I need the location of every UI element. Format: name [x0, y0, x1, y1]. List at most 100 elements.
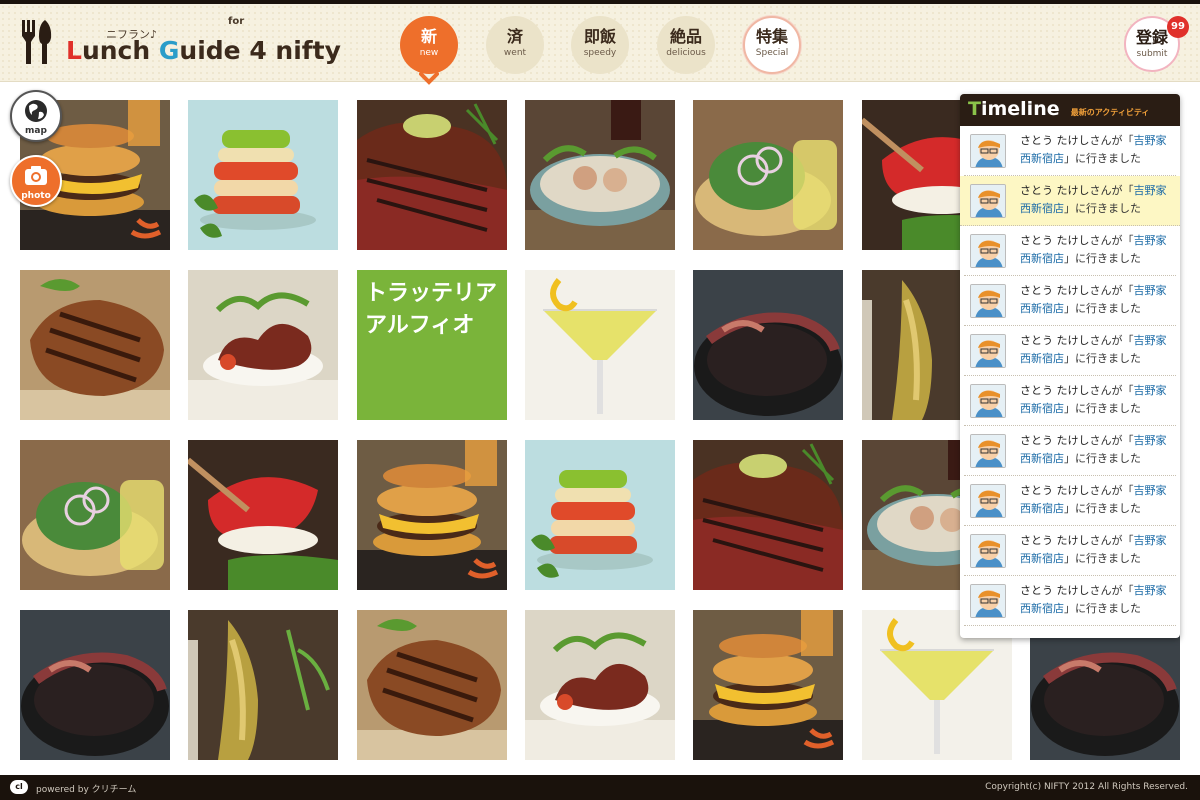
nav-delicious-button[interactable]: 絶品 delicious [657, 16, 715, 74]
sushi-photo [188, 440, 338, 590]
timeline-item[interactable]: さとう たけしさんが「吉野家 西新宿店」に行きました [964, 326, 1176, 376]
user-name[interactable]: さとう たけし [1020, 334, 1090, 347]
food-photo-tile[interactable] [693, 270, 843, 420]
nav-speedy-button[interactable]: 即飯 speedy [571, 16, 629, 74]
food-photo-tile[interactable] [188, 100, 338, 250]
shop-name-link[interactable]: 吉野家 [1134, 184, 1167, 197]
timeline-item[interactable]: さとう たけしさんが「吉野家 西新宿店」に行きました [964, 126, 1176, 176]
shop-name-link[interactable]: 吉野家 [1134, 334, 1167, 347]
food-photo-tile[interactable] [525, 440, 675, 590]
shop-name-link[interactable]: 吉野家 [1134, 134, 1167, 147]
photo-label: photo [21, 191, 51, 201]
app-logo[interactable]: ニフラン♪ for Lunch Guide 4 nifty [20, 16, 341, 76]
timeline-item[interactable]: さとう たけしさんが「吉野家 西新宿店」に行きました [964, 576, 1176, 626]
food-photo-tile[interactable] [20, 610, 170, 760]
food-photo-tile[interactable] [693, 610, 843, 760]
photo-button[interactable]: photo [10, 155, 62, 207]
avatar[interactable] [970, 334, 1006, 368]
timeline-end: 」に行きました [1064, 202, 1141, 215]
lentil-photo [20, 610, 170, 760]
food-photo-tile[interactable] [693, 440, 843, 590]
user-name[interactable]: さとう たけし [1020, 534, 1090, 547]
shop-branch-link[interactable]: 西新宿店 [1020, 552, 1064, 565]
timeline-item[interactable]: さとう たけしさんが「吉野家 西新宿店」に行きました [964, 226, 1176, 276]
shop-branch-link[interactable]: 西新宿店 [1020, 202, 1064, 215]
octopus-photo [188, 270, 338, 420]
food-photo-tile[interactable] [525, 270, 675, 420]
shop-branch-link[interactable]: 西新宿店 [1020, 252, 1064, 265]
timeline-end: 」に行きました [1064, 252, 1141, 265]
food-photo-tile[interactable] [357, 610, 507, 760]
food-photo-tile[interactable] [188, 270, 338, 420]
shop-branch-link[interactable]: 西新宿店 [1020, 302, 1064, 315]
timeline-end: 」に行きました [1064, 302, 1141, 315]
restaurant-name-tile[interactable]: トラッテリア アルフィオ [357, 270, 507, 420]
food-photo-tile[interactable] [188, 610, 338, 760]
timeline-item[interactable]: さとう たけしさんが「吉野家 西新宿店」に行きました [964, 476, 1176, 526]
tomato-photo [188, 100, 338, 250]
shop-branch-link[interactable]: 西新宿店 [1020, 352, 1064, 365]
chicken-photo [357, 610, 507, 760]
avatar[interactable] [970, 584, 1006, 618]
nav-label: 即飯 [583, 27, 616, 46]
shop-name-link[interactable]: 吉野家 [1134, 584, 1167, 597]
timeline-item[interactable]: さとう たけしさんが「吉野家 西新宿店」に行きました [964, 376, 1176, 426]
user-name[interactable]: さとう たけし [1020, 484, 1090, 497]
shop-name-link[interactable]: 吉野家 [1134, 234, 1167, 247]
map-button[interactable]: map [10, 90, 62, 142]
camera-icon [25, 166, 47, 185]
timeline-item[interactable]: さとう たけしさんが「吉野家西新宿店」に行きました [960, 176, 1180, 226]
avatar[interactable] [970, 284, 1006, 318]
food-photo-tile[interactable] [525, 100, 675, 250]
user-name[interactable]: さとう たけし [1020, 184, 1090, 197]
nav-special-button[interactable]: 特集 Special [743, 16, 801, 74]
shop-branch-link[interactable]: 西新宿店 [1020, 402, 1064, 415]
timeline-item[interactable]: さとう たけしさんが「吉野家 西新宿店」に行きました [964, 426, 1176, 476]
food-photo-tile[interactable] [525, 610, 675, 760]
shop-branch-link[interactable]: 西新宿店 [1020, 602, 1064, 615]
logo-letter: 4 [249, 36, 276, 65]
powered-by[interactable]: powered by クリチーム [36, 782, 136, 795]
timeline-text: さとう たけしさんが「吉野家 西新宿店」に行きました [1020, 482, 1170, 518]
shop-branch-link[interactable]: 西新宿店 [1020, 152, 1064, 165]
nav-went-button[interactable]: 済 went [486, 16, 544, 74]
avatar[interactable] [970, 434, 1006, 468]
timeline-item[interactable]: さとう たけしさんが「吉野家 西新宿店」に行きました [964, 526, 1176, 576]
timeline-mid: さんが「 [1089, 184, 1134, 197]
shop-name-link[interactable]: 吉野家 [1134, 534, 1167, 547]
timeline-mid: さんが「 [1089, 484, 1134, 497]
avatar[interactable] [970, 134, 1006, 168]
food-photo-tile[interactable] [357, 100, 507, 250]
shop-branch-link[interactable]: 西新宿店 [1020, 452, 1064, 465]
timeline-panel: Timeline 最新のアクティビティ さとう たけしさんが「吉野家 西新宿店」に… [960, 94, 1180, 638]
shop-name-link[interactable]: 吉野家 [1134, 434, 1167, 447]
food-photo-tile[interactable] [693, 100, 843, 250]
shop-name-link[interactable]: 吉野家 [1134, 384, 1167, 397]
logo-for: for [228, 16, 245, 27]
timeline-item[interactable]: さとう たけしさんが「吉野家 西新宿店」に行きました [964, 276, 1176, 326]
user-name[interactable]: さとう たけし [1020, 284, 1090, 297]
avatar[interactable] [970, 184, 1006, 218]
shop-name-link[interactable]: 吉野家 [1134, 484, 1167, 497]
map-label: map [25, 126, 47, 136]
shop-branch-link[interactable]: 西新宿店 [1020, 502, 1064, 515]
avatar[interactable] [970, 484, 1006, 518]
notification-badge: 99 [1167, 16, 1189, 38]
food-photo-tile[interactable] [20, 440, 170, 590]
avatar[interactable] [970, 384, 1006, 418]
timeline-text: さとう たけしさんが「吉野家 西新宿店」に行きました [1020, 382, 1170, 418]
food-photo-tile[interactable] [357, 440, 507, 590]
shop-name-link[interactable]: 吉野家 [1134, 284, 1167, 297]
food-photo-tile[interactable] [188, 440, 338, 590]
food-photo-tile[interactable] [20, 270, 170, 420]
user-name[interactable]: さとう たけし [1020, 584, 1090, 597]
nav-new-button[interactable]: 新 new [400, 16, 458, 74]
avatar[interactable] [970, 234, 1006, 268]
logo-letter: G [158, 36, 180, 65]
user-name[interactable]: さとう たけし [1020, 234, 1090, 247]
timeline-list: さとう たけしさんが「吉野家 西新宿店」に行きました さとう たけしさんが「吉野家西… [960, 126, 1180, 626]
user-name[interactable]: さとう たけし [1020, 384, 1090, 397]
avatar[interactable] [970, 534, 1006, 568]
user-name[interactable]: さとう たけし [1020, 134, 1090, 147]
user-name[interactable]: さとう たけし [1020, 434, 1090, 447]
